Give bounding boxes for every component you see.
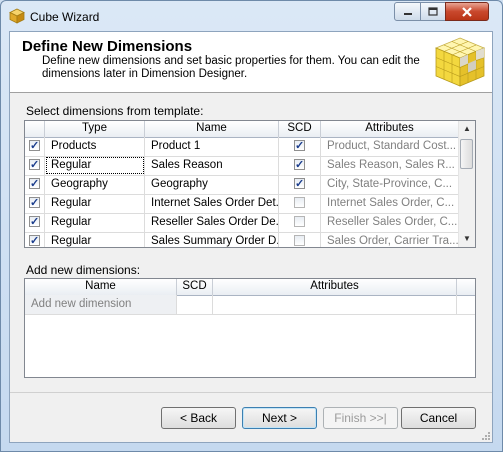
row-scd-cell — [279, 232, 321, 247]
row-type-cell[interactable]: Regular — [45, 156, 145, 175]
row-name-cell[interactable]: Reseller Sales Order De... — [145, 213, 279, 232]
include-checkbox[interactable] — [29, 156, 40, 174]
new-spacer-cell — [457, 295, 475, 314]
scd-checkbox[interactable] — [294, 175, 305, 193]
row-attributes-cell[interactable]: Reseller Sales Order, C... — [321, 213, 459, 232]
page-description: Define new dimensions and set basic prop… — [42, 55, 420, 80]
row-scd-cell — [279, 175, 321, 194]
new-column-header-name[interactable]: Name — [25, 279, 177, 295]
row-attributes-cell[interactable]: Internet Sales Order, C... — [321, 194, 459, 213]
row-name-cell[interactable]: Sales Summary Order D... — [145, 232, 279, 247]
include-checkbox[interactable] — [29, 137, 40, 155]
maximize-button[interactable] — [420, 2, 446, 21]
scroll-thumb[interactable] — [460, 139, 473, 169]
template-row[interactable]: RegularSales Reason Sales Reason, Sales R… — [25, 156, 459, 176]
maximize-icon — [428, 6, 438, 16]
scd-checkbox[interactable] — [294, 137, 305, 155]
scd-checkbox[interactable] — [294, 156, 305, 174]
row-type-cell[interactable]: Regular — [45, 232, 145, 247]
template-row[interactable]: GeographyGeography City, State-Province, … — [25, 175, 459, 195]
row-scd-cell — [279, 156, 321, 175]
row-include-cell — [25, 137, 45, 156]
wizard-footer: < Back Next > Finish >>| Cancel — [10, 392, 492, 443]
title-bar[interactable]: Cube Wizard — [1, 1, 502, 31]
next-button[interactable]: Next > — [242, 407, 317, 429]
new-scd-cell[interactable] — [177, 295, 213, 314]
cube-icon — [9, 8, 25, 24]
minimize-button[interactable] — [394, 2, 421, 21]
row-attributes-cell[interactable]: City, State-Province, C... — [321, 175, 459, 194]
row-name-cell[interactable]: Sales Reason — [145, 156, 279, 175]
row-attributes-cell[interactable]: Product, Standard Cost... — [321, 137, 459, 156]
template-grid-header: Type Name SCD Attributes — [25, 121, 459, 138]
add-new-dimension-cell[interactable]: Add new dimension — [25, 295, 177, 314]
template-row[interactable]: RegularReseller Sales Order De... Reselle… — [25, 213, 459, 233]
new-attributes-cell[interactable] — [213, 295, 457, 314]
wizard-header: Define New Dimensions Define new dimensi… — [10, 32, 492, 93]
finish-button[interactable]: Finish >>| — [323, 407, 398, 429]
cancel-button[interactable]: Cancel — [401, 407, 476, 429]
scroll-down-icon[interactable]: ▼ — [459, 231, 475, 247]
template-dimensions-grid[interactable]: Type Name SCD Attributes ProductsProduct… — [24, 120, 476, 248]
include-checkbox[interactable] — [29, 175, 40, 193]
column-header-scd[interactable]: SCD — [279, 121, 321, 137]
row-name-cell[interactable]: Geography — [145, 175, 279, 194]
new-dimensions-grid[interactable]: Name SCD Attributes Add new dimension — [24, 278, 476, 378]
cube-grid-graphic — [434, 37, 486, 87]
window-title: Cube Wizard — [30, 10, 100, 24]
column-header-attributes[interactable]: Attributes — [321, 121, 459, 137]
row-type-cell[interactable]: Products — [45, 137, 145, 156]
page-title: Define New Dimensions — [22, 38, 193, 55]
scd-checkbox[interactable] — [294, 216, 305, 227]
back-button[interactable]: < Back — [161, 407, 236, 429]
template-grid-scrollbar[interactable]: ▲ ▼ — [458, 121, 475, 247]
new-column-header-spacer — [457, 279, 475, 295]
close-button[interactable] — [445, 2, 489, 21]
include-checkbox[interactable] — [29, 194, 40, 212]
column-header-name[interactable]: Name — [145, 121, 279, 137]
scd-checkbox[interactable] — [294, 197, 305, 208]
row-name-cell[interactable]: Internet Sales Order Det... — [145, 194, 279, 213]
row-attributes-cell[interactable]: Sales Order, Carrier Tra... — [321, 232, 459, 247]
row-include-cell — [25, 232, 45, 247]
include-checkbox[interactable] — [29, 232, 40, 247]
new-dimension-row[interactable]: Add new dimension — [25, 295, 475, 315]
row-scd-cell — [279, 213, 321, 232]
template-row[interactable]: RegularInternet Sales Order Det... Intern… — [25, 194, 459, 214]
template-row[interactable]: ProductsProduct 1 Product, Standard Cost.… — [25, 137, 459, 157]
row-type-cell[interactable]: Regular — [45, 194, 145, 213]
row-scd-cell — [279, 194, 321, 213]
row-scd-cell — [279, 137, 321, 156]
wizard-client-area: Define New Dimensions Define new dimensi… — [9, 31, 493, 443]
row-type-cell[interactable]: Geography — [45, 175, 145, 194]
row-include-cell — [25, 156, 45, 175]
minimize-icon — [403, 12, 412, 15]
header-check-column — [25, 121, 45, 137]
include-checkbox[interactable] — [29, 213, 40, 231]
new-column-header-attributes[interactable]: Attributes — [213, 279, 457, 295]
row-name-cell[interactable]: Product 1 — [145, 137, 279, 156]
close-icon — [462, 6, 472, 17]
row-attributes-cell[interactable]: Sales Reason, Sales R... — [321, 156, 459, 175]
template-section-label: Select dimensions from template: — [26, 104, 204, 118]
row-include-cell — [25, 194, 45, 213]
resize-grip-icon[interactable] — [481, 431, 491, 441]
cube-wizard-window: Cube Wizard Define New Dimensions Define… — [0, 0, 503, 452]
row-include-cell — [25, 213, 45, 232]
new-dimensions-section-label: Add new dimensions: — [26, 263, 141, 277]
scroll-up-icon[interactable]: ▲ — [459, 121, 475, 137]
new-column-header-scd[interactable]: SCD — [177, 279, 213, 295]
column-header-type[interactable]: Type — [45, 121, 145, 137]
new-grid-header: Name SCD Attributes — [25, 279, 475, 296]
scd-checkbox[interactable] — [294, 235, 305, 246]
row-include-cell — [25, 175, 45, 194]
row-type-cell[interactable]: Regular — [45, 213, 145, 232]
template-row[interactable]: RegularSales Summary Order D... Sales Ord… — [25, 232, 459, 247]
